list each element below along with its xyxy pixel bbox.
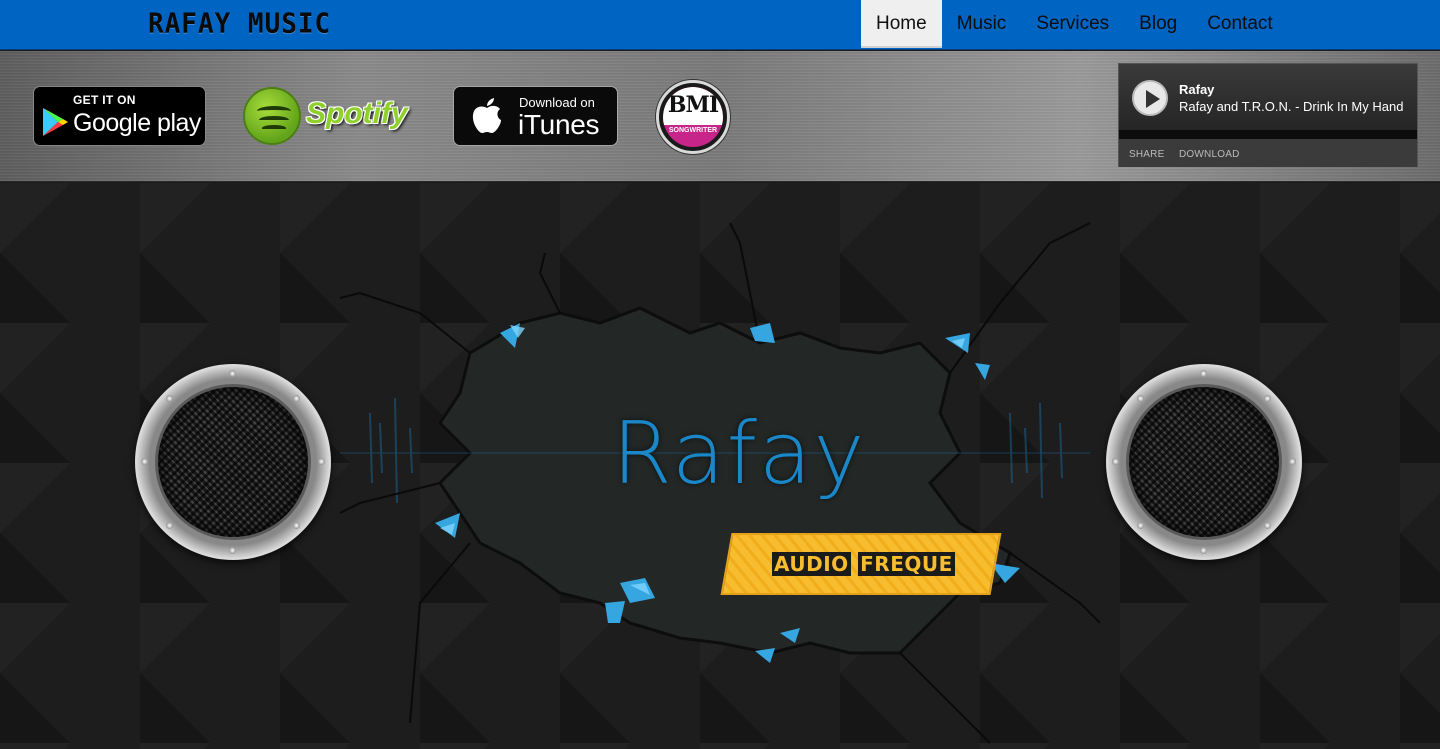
apple-icon (470, 97, 504, 144)
player-header: Rafay Rafay and T.R.O.N. - Drink In My H… (1119, 64, 1417, 130)
google-play-icon (43, 108, 68, 136)
bmi-sub-text: SONGWRITER (668, 127, 718, 134)
download-button[interactable]: DOWNLOAD (1179, 149, 1240, 160)
spotify-badge[interactable]: Spotify (243, 87, 423, 145)
ribbon-word-1: AUDIO (772, 552, 851, 576)
itunes-badge[interactable]: Download on iTunes (453, 86, 618, 146)
player-footer: SHARE DOWNLOAD (1119, 139, 1417, 167)
nav-item-services[interactable]: Services (1021, 0, 1124, 48)
main-nav: Home Music Services Blog Contact (861, 0, 1288, 50)
audio-player-widget: Rafay Rafay and T.R.O.N. - Drink In My H… (1118, 63, 1418, 167)
bmi-songwriter-badge[interactable]: BMI SONGWRITER (656, 80, 730, 154)
brand-logo[interactable]: RAFAY MUSIC (148, 8, 331, 40)
google-play-big-text: Google play (73, 109, 201, 137)
spotify-wordmark: Spotify (306, 97, 408, 130)
ribbon-text: AUDIO FREQUE (772, 552, 955, 576)
share-button[interactable]: SHARE (1129, 149, 1164, 160)
hero-title: Rafay (612, 404, 867, 504)
nav-item-home[interactable]: Home (861, 0, 942, 48)
top-navbar: RAFAY MUSIC Home Music Services Blog Con… (0, 0, 1440, 50)
spotify-icon (243, 87, 301, 145)
bmi-logo: BMI SONGWRITER (663, 87, 723, 147)
itunes-small-text: Download on (519, 95, 595, 110)
player-artist[interactable]: Rafay (1179, 82, 1214, 97)
nav-item-contact[interactable]: Contact (1192, 0, 1287, 48)
google-play-badge[interactable]: GET IT ON Google play (33, 86, 206, 146)
right-speaker-graphic (1106, 364, 1302, 560)
play-button-icon[interactable] (1132, 80, 1168, 116)
itunes-big-text: iTunes (518, 109, 600, 140)
bmi-letters: BMI (667, 92, 719, 118)
player-progress-bar[interactable] (1119, 130, 1417, 139)
nav-item-blog[interactable]: Blog (1124, 0, 1192, 48)
ribbon-word-2: FREQUE (858, 552, 955, 576)
google-play-small-text: GET IT ON (73, 93, 136, 107)
player-track-title[interactable]: Rafay and T.R.O.N. - Drink In My Hand (1179, 99, 1413, 114)
left-speaker-graphic (135, 364, 331, 560)
nav-item-music[interactable]: Music (942, 0, 1022, 48)
